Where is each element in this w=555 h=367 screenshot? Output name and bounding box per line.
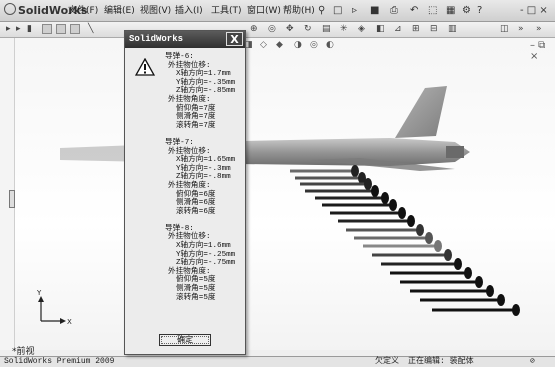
message-dialog: SolidWorks X 导弹-6: 外挂物位移: X轴方向=1.7mm Y轴方向=-… [124,30,246,355]
message-line: 侧滑角=7度 [176,113,216,122]
display-style-icon[interactable]: ◫ [500,23,509,35]
menu-help[interactable]: 帮助(H) [283,4,315,18]
stop-icon[interactable]: ▸ [16,23,21,35]
missile-array[interactable] [290,165,520,316]
version-text: SolidWorks Premium 2009 [4,357,115,366]
missile[interactable] [432,304,520,316]
message-line: Y轴方向=-.25mm [176,250,236,259]
warning-icon [135,58,155,76]
message-line: 侧滑角=5度 [176,285,216,294]
missile[interactable] [290,165,359,177]
menu-insert[interactable]: 插入(I) [175,4,203,18]
close-icon[interactable]: X [226,32,243,46]
macro-new-icon[interactable] [70,24,80,34]
more-icon[interactable]: » [518,23,524,35]
dialog-title: SolidWorks [129,34,184,44]
help-icon[interactable]: ? [477,4,482,18]
new-document-icon[interactable]: □ [333,4,342,18]
message-line: Z轴方向=-.85mm [176,87,236,96]
message-heading: 导弹-7: [165,138,194,147]
message-line: 外挂物位移: [168,233,211,242]
window-controls[interactable]: - □ × [520,4,548,18]
rotate-icon[interactable]: ↻ [304,23,312,35]
assembly-model-view: Y X [36,86,520,326]
component-icon[interactable]: ⊕ [250,23,258,35]
menu-window[interactable]: 窗口(W) [247,4,281,18]
message-line: 滚转角=7度 [176,121,216,130]
status-bar: SolidWorks Premium 2009 欠定义 正在编辑: 装配体 ⊘ [0,356,555,367]
axis-y-label: Y [36,289,42,297]
aircraft-model[interactable] [60,86,470,171]
move-icon[interactable]: ✥ [286,23,294,35]
mate-icon[interactable]: ◎ [268,23,276,35]
mass-icon[interactable]: ⊟ [430,23,438,35]
options-icon[interactable]: ⚙ [462,4,471,18]
bom-icon[interactable]: ▥ [448,23,457,35]
ok-button[interactable]: 确定 [159,334,211,346]
undo-icon[interactable]: ↶ [410,4,418,18]
message-line: 俯仰角=7度 [176,104,216,113]
message-line: 外挂物位移: [168,147,211,156]
pattern-icon[interactable]: ▤ [322,23,331,35]
macro-edit-icon[interactable] [56,24,66,34]
dialog-title-bar[interactable]: SolidWorks X [125,31,245,48]
menu-bar: SolidWorks 文件(F) 编辑(E) 视图(V) 插入(I) 工具(T)… [0,0,555,22]
macro-icon[interactable] [42,24,52,34]
message-line: X轴方向=1.65mm [176,156,236,165]
message-line: 外挂物角度: [168,95,211,104]
edit-status: 正在编辑: 装配体 [408,357,474,366]
command-toolbar: ▸ ▸ ▮ ╲ ⊕ ◎ ✥ ↻ ▤ ✳ ◈ ◧ ⊿ ⊞ ⊟ ▥ ◫ » » [0,22,555,38]
message-line: 俯仰角=5度 [176,276,216,285]
message-line: X轴方向=1.7mm [176,70,231,79]
message-line: 外挂物角度: [168,181,211,190]
message-line: 侧滑角=6度 [176,199,216,208]
coordinate-triad: Y X [36,289,72,326]
rebuild-icon[interactable]: ▦ [446,4,455,18]
definition-status: 欠定义 [375,357,399,366]
menu-tools[interactable]: 工具(T) [211,4,242,18]
play-icon[interactable]: ▸ [6,23,11,35]
menu-edit[interactable]: 编辑(E) [104,4,135,18]
overflow-icon[interactable]: » [536,23,542,35]
dialog-message: 导弹-6: 外挂物位移: X轴方向=1.7mm Y轴方向=-.35mm Z轴方向=-.8… [165,53,245,302]
record-icon[interactable]: ▮ [27,23,32,35]
explode-icon[interactable]: ✳ [340,23,348,35]
pin-icon[interactable]: ⚲ [318,4,325,18]
select-icon[interactable]: ⬚ [428,4,437,18]
message-line: 俯仰角=6度 [176,190,216,199]
section-icon[interactable]: ◧ [376,23,385,35]
message-line: X轴方向=1.6mm [176,242,231,251]
measure-icon[interactable]: ⊿ [394,23,402,35]
print-icon[interactable]: ⎙ [390,4,398,18]
message-line: Z轴方向=-.8mm [176,173,231,182]
message-line: 滚转角=6度 [176,207,216,216]
menu-view[interactable]: 视图(V) [140,4,171,18]
message-line: 滚转角=5度 [176,293,216,302]
message-heading: 导弹-6: [165,53,194,61]
assembly-icon[interactable]: ⊞ [412,23,420,35]
open-icon[interactable]: ▹ [352,4,357,18]
sketch-icon[interactable]: ╲ [88,23,93,35]
interference-icon[interactable]: ◈ [358,23,365,35]
menu-file[interactable]: 文件(F) [68,4,98,18]
message-line: 外挂物位移: [168,61,211,70]
message-line: Z轴方向=-.75mm [176,259,236,268]
solidworks-logo-icon [4,3,16,15]
axis-x-label: X [67,318,72,326]
missile[interactable] [400,276,483,288]
save-icon[interactable]: ■ [370,4,379,18]
status-help-icon[interactable]: ⊘ [530,357,535,367]
solidworks-window: SolidWorks 文件(F) 编辑(E) 视图(V) 插入(I) 工具(T)… [0,0,555,367]
